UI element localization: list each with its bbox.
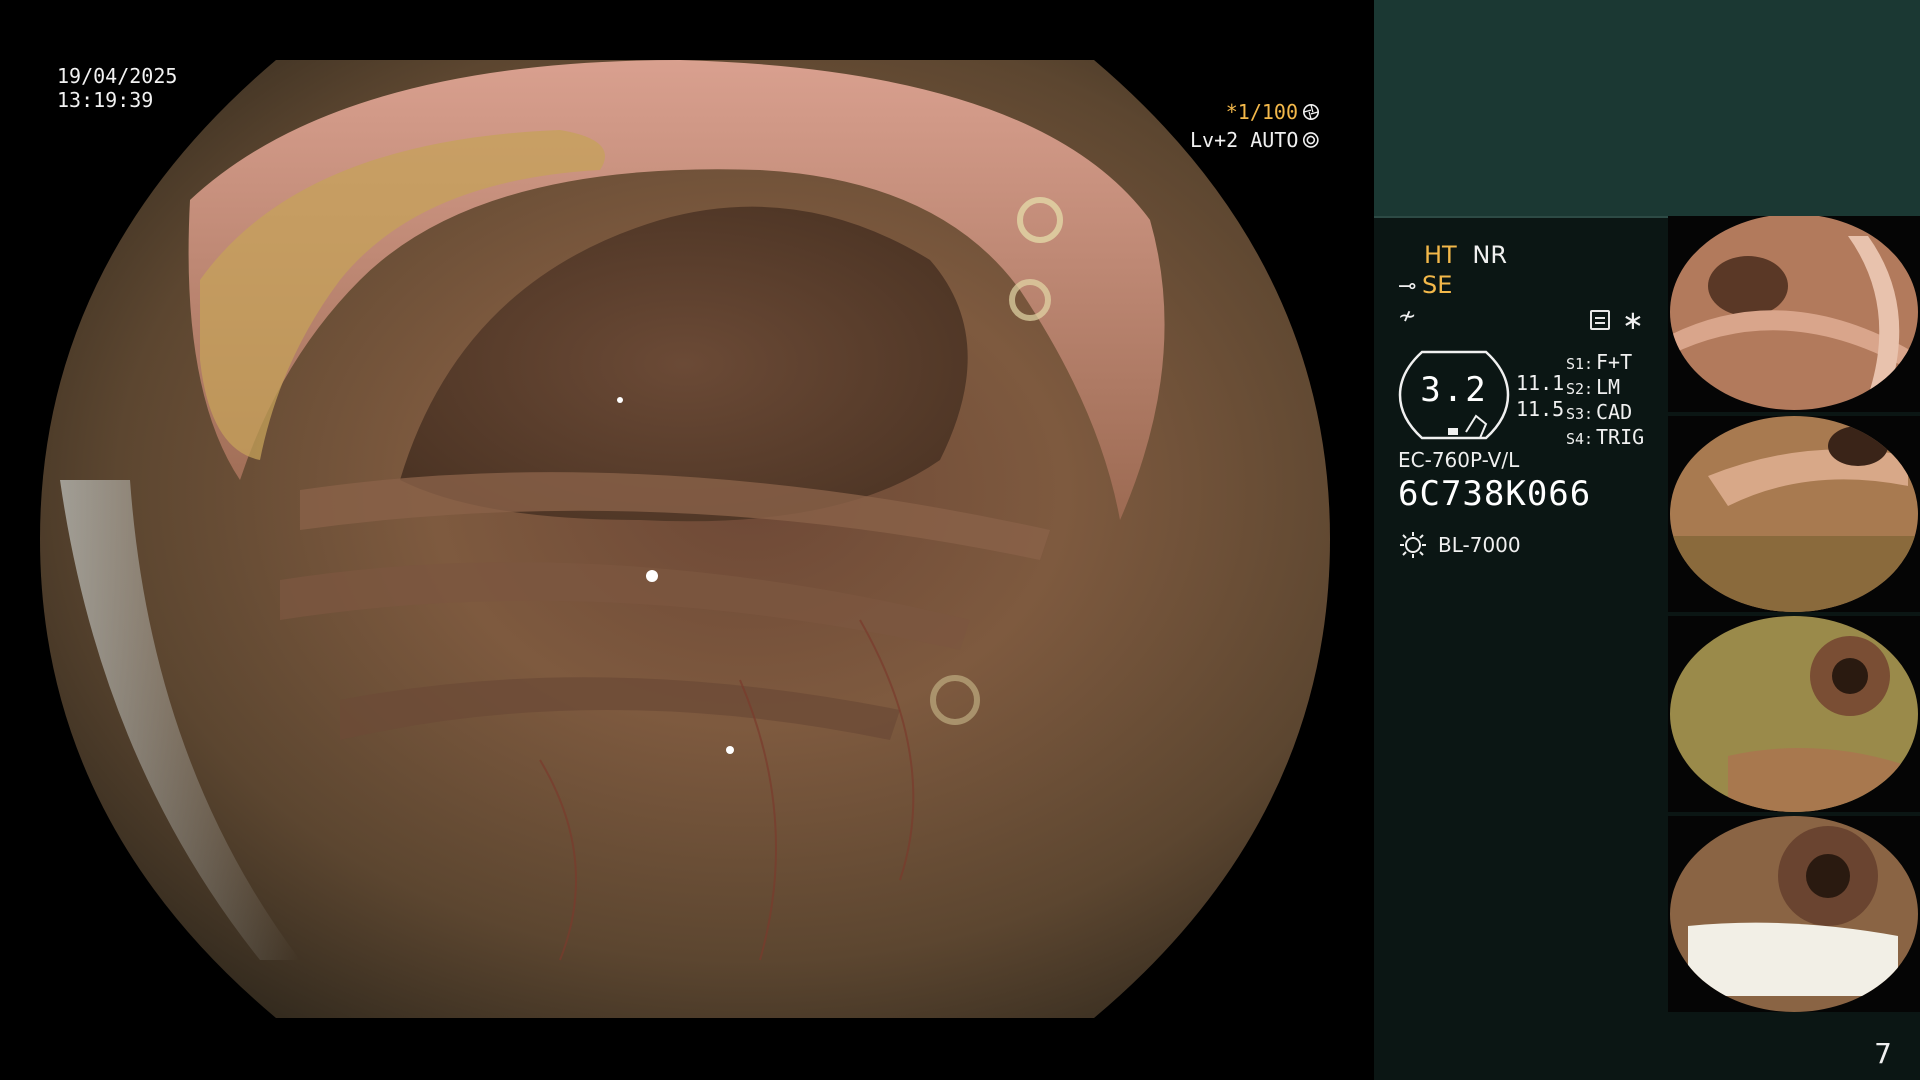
thumbnail-4[interactable] [1668, 816, 1920, 1012]
gauge-value: 3.2 [1420, 370, 1488, 410]
gauge: 3.2 [1398, 348, 1510, 442]
level-text: Lv+2 AUTO [1190, 128, 1299, 152]
switch-row: S2: LM [1566, 375, 1644, 400]
aperture-icon [1302, 103, 1320, 121]
shutter-row: *1/100 [1190, 98, 1320, 126]
mode-row-ht-nr: HT NR [1398, 240, 1678, 270]
switch-key: S2: [1566, 380, 1594, 398]
thumbnail-image [1668, 216, 1920, 412]
iris-icon [1303, 132, 1320, 148]
mode-indicators: HT NR ⊸ SE ≁ ∗ [1398, 240, 1678, 336]
scope-serial: 6C738K066 [1398, 474, 1592, 514]
gauge-readout-1: 11.1 [1516, 371, 1565, 395]
page-number: 7 [1874, 1037, 1892, 1070]
mode-se: SE [1422, 271, 1453, 299]
switch-value: LM [1596, 375, 1621, 399]
switch-value: F+T [1596, 350, 1633, 374]
gauge-readouts: 11.1 11.5 [1516, 370, 1564, 422]
waveform-icon: ≁ [1398, 304, 1417, 329]
thumbnail-3[interactable] [1668, 616, 1920, 812]
switch-key: S4: [1566, 430, 1594, 448]
thumbnail-image [1668, 616, 1920, 812]
scope-model: EC-760P-V/L [1398, 448, 1520, 472]
gauge-readout-2: 11.5 [1516, 397, 1565, 421]
switch-value: CAD [1596, 400, 1633, 424]
switch-key: S1: [1566, 355, 1594, 373]
thumbnail-image [1668, 816, 1920, 1012]
switch-row: S1: F+T [1566, 350, 1644, 375]
switch-row: S4: TRIG [1566, 425, 1644, 450]
thumbnail-1[interactable] [1668, 216, 1920, 412]
endoscopy-screen: 19/04/2025 13:19:39 *1/100 Lv+2 AUTO HT … [0, 0, 1920, 1080]
endoscope-view [40, 60, 1330, 1018]
mode-row-se: ⊸ SE [1398, 270, 1678, 300]
captured-thumbnails [1668, 216, 1920, 1016]
switch-value: TRIG [1596, 425, 1645, 449]
panel-header [1374, 0, 1920, 218]
info-panel: HT NR ⊸ SE ≁ ∗ 3.2 11.1 11.5 S1: F+T S2:… [1374, 0, 1920, 1080]
light-source-text: BL-7000 [1438, 533, 1521, 557]
mode-ht: HT [1424, 241, 1457, 269]
shutter-text: *1/100 [1225, 100, 1298, 124]
thumbnail-2[interactable] [1668, 416, 1920, 612]
mode-nr: NR [1472, 241, 1507, 269]
asterisk-icon: ∗ [1622, 306, 1644, 336]
pad-icon [1590, 310, 1610, 330]
switch-key: S3: [1566, 405, 1594, 423]
level-row: Lv+2 AUTO [1190, 126, 1320, 154]
exposure-overlay: *1/100 Lv+2 AUTO [1190, 98, 1320, 154]
switch-assignments: S1: F+T S2: LM S3: CAD S4: TRIG [1566, 350, 1644, 450]
scope-icon: ⊸ [1398, 274, 1417, 299]
thumbnail-image [1668, 416, 1920, 612]
sun-icon [1400, 532, 1426, 558]
light-source: BL-7000 [1398, 530, 1521, 560]
switch-row: S3: CAD [1566, 400, 1644, 425]
